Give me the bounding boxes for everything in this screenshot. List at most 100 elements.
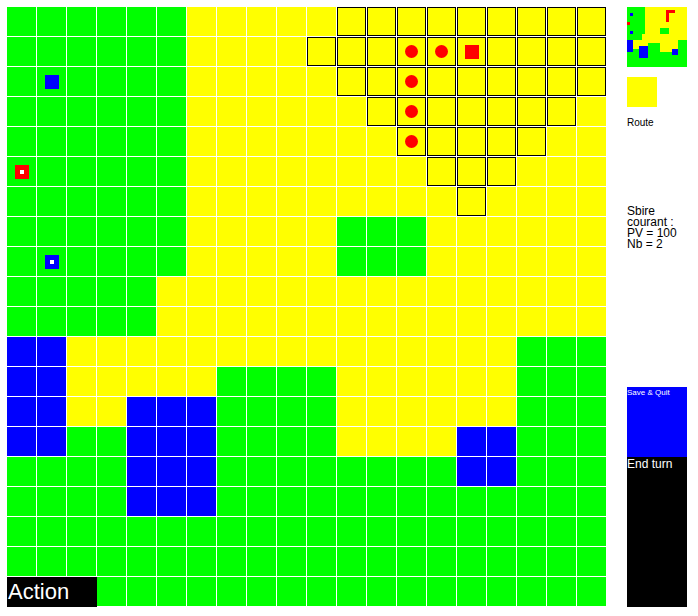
board-cell[interactable] [337, 457, 366, 486]
board-cell[interactable] [127, 247, 156, 276]
board-cell[interactable] [547, 427, 576, 456]
board-cell[interactable] [127, 67, 156, 96]
board-cell[interactable] [247, 487, 276, 516]
board-cell[interactable] [217, 187, 246, 216]
board-cell[interactable] [247, 97, 276, 126]
board-cell[interactable] [37, 7, 66, 36]
board-cell[interactable] [157, 307, 186, 336]
board-cell[interactable] [547, 547, 576, 576]
board-cell[interactable] [547, 277, 576, 306]
board-cell[interactable] [217, 457, 246, 486]
board-cell[interactable] [457, 127, 486, 156]
board-cell[interactable] [457, 67, 486, 96]
board-cell[interactable] [487, 457, 516, 486]
board-cell[interactable] [367, 277, 396, 306]
board-cell[interactable] [487, 427, 516, 456]
board-cell[interactable] [307, 547, 336, 576]
board-cell[interactable] [247, 187, 276, 216]
board-cell[interactable] [127, 457, 156, 486]
board-cell[interactable] [487, 277, 516, 306]
board-cell[interactable] [397, 97, 426, 126]
board-cell[interactable] [247, 547, 276, 576]
board-cell[interactable] [577, 487, 606, 516]
board-cell[interactable] [157, 367, 186, 396]
board-cell[interactable] [187, 247, 216, 276]
board-cell[interactable] [187, 457, 216, 486]
board-cell[interactable] [97, 157, 126, 186]
board-cell[interactable] [187, 517, 216, 546]
board-cell[interactable] [37, 187, 66, 216]
board-cell[interactable] [547, 67, 576, 96]
board-cell[interactable] [187, 427, 216, 456]
board-cell[interactable] [307, 577, 336, 606]
board-cell[interactable] [307, 247, 336, 276]
board-cell[interactable] [37, 337, 66, 366]
board-cell[interactable] [427, 517, 456, 546]
board-cell[interactable] [367, 7, 396, 36]
board-cell[interactable] [37, 487, 66, 516]
board-cell[interactable] [37, 37, 66, 66]
board-cell[interactable] [97, 37, 126, 66]
board-cell[interactable] [127, 97, 156, 126]
board-cell[interactable] [457, 277, 486, 306]
board-cell[interactable] [277, 547, 306, 576]
board-cell[interactable] [517, 307, 546, 336]
board-cell[interactable] [277, 457, 306, 486]
board-cell[interactable] [517, 367, 546, 396]
board-cell[interactable] [157, 127, 186, 156]
board-cell[interactable] [277, 67, 306, 96]
board-cell[interactable] [67, 157, 96, 186]
board-cell[interactable] [157, 457, 186, 486]
board-cell[interactable] [307, 307, 336, 336]
board-cell[interactable] [337, 307, 366, 336]
board-cell[interactable] [577, 37, 606, 66]
board-cell[interactable] [517, 157, 546, 186]
enemy-unit[interactable] [405, 135, 418, 148]
board-cell[interactable] [157, 7, 186, 36]
board-cell[interactable] [517, 397, 546, 426]
board-cell[interactable] [217, 247, 246, 276]
board-cell[interactable] [247, 427, 276, 456]
board-cell[interactable] [37, 517, 66, 546]
board-cell[interactable] [307, 187, 336, 216]
board-cell[interactable] [517, 217, 546, 246]
board-cell[interactable] [517, 127, 546, 156]
board-cell[interactable] [217, 337, 246, 366]
board-cell[interactable] [367, 37, 396, 66]
board-cell[interactable] [577, 307, 606, 336]
board-cell[interactable] [427, 457, 456, 486]
board-cell[interactable] [367, 487, 396, 516]
board-cell[interactable] [247, 217, 276, 246]
board-cell[interactable] [217, 127, 246, 156]
board-cell[interactable] [457, 517, 486, 546]
board-cell[interactable] [37, 67, 66, 96]
board-cell[interactable] [67, 277, 96, 306]
board-cell[interactable] [337, 67, 366, 96]
board-cell[interactable] [217, 97, 246, 126]
board-cell[interactable] [247, 247, 276, 276]
board-cell[interactable] [337, 187, 366, 216]
board-cell[interactable] [127, 547, 156, 576]
board-cell[interactable] [7, 307, 36, 336]
board-cell[interactable] [97, 337, 126, 366]
board-cell[interactable] [277, 577, 306, 606]
board-cell[interactable] [217, 157, 246, 186]
board-cell[interactable] [397, 187, 426, 216]
board-cell[interactable] [577, 517, 606, 546]
board-cell[interactable] [457, 247, 486, 276]
board-cell[interactable] [37, 97, 66, 126]
board-cell[interactable] [187, 187, 216, 216]
board-cell[interactable] [427, 97, 456, 126]
board-cell[interactable] [337, 7, 366, 36]
board-cell[interactable] [247, 337, 276, 366]
board-cell[interactable] [427, 277, 456, 306]
board-cell[interactable] [367, 577, 396, 606]
board-cell[interactable] [337, 337, 366, 366]
board-cell[interactable] [517, 337, 546, 366]
board-cell[interactable] [517, 577, 546, 606]
board-cell[interactable] [127, 577, 156, 606]
board-cell[interactable] [97, 97, 126, 126]
board-cell[interactable] [307, 7, 336, 36]
board-cell[interactable] [487, 517, 516, 546]
board-cell[interactable] [427, 217, 456, 246]
